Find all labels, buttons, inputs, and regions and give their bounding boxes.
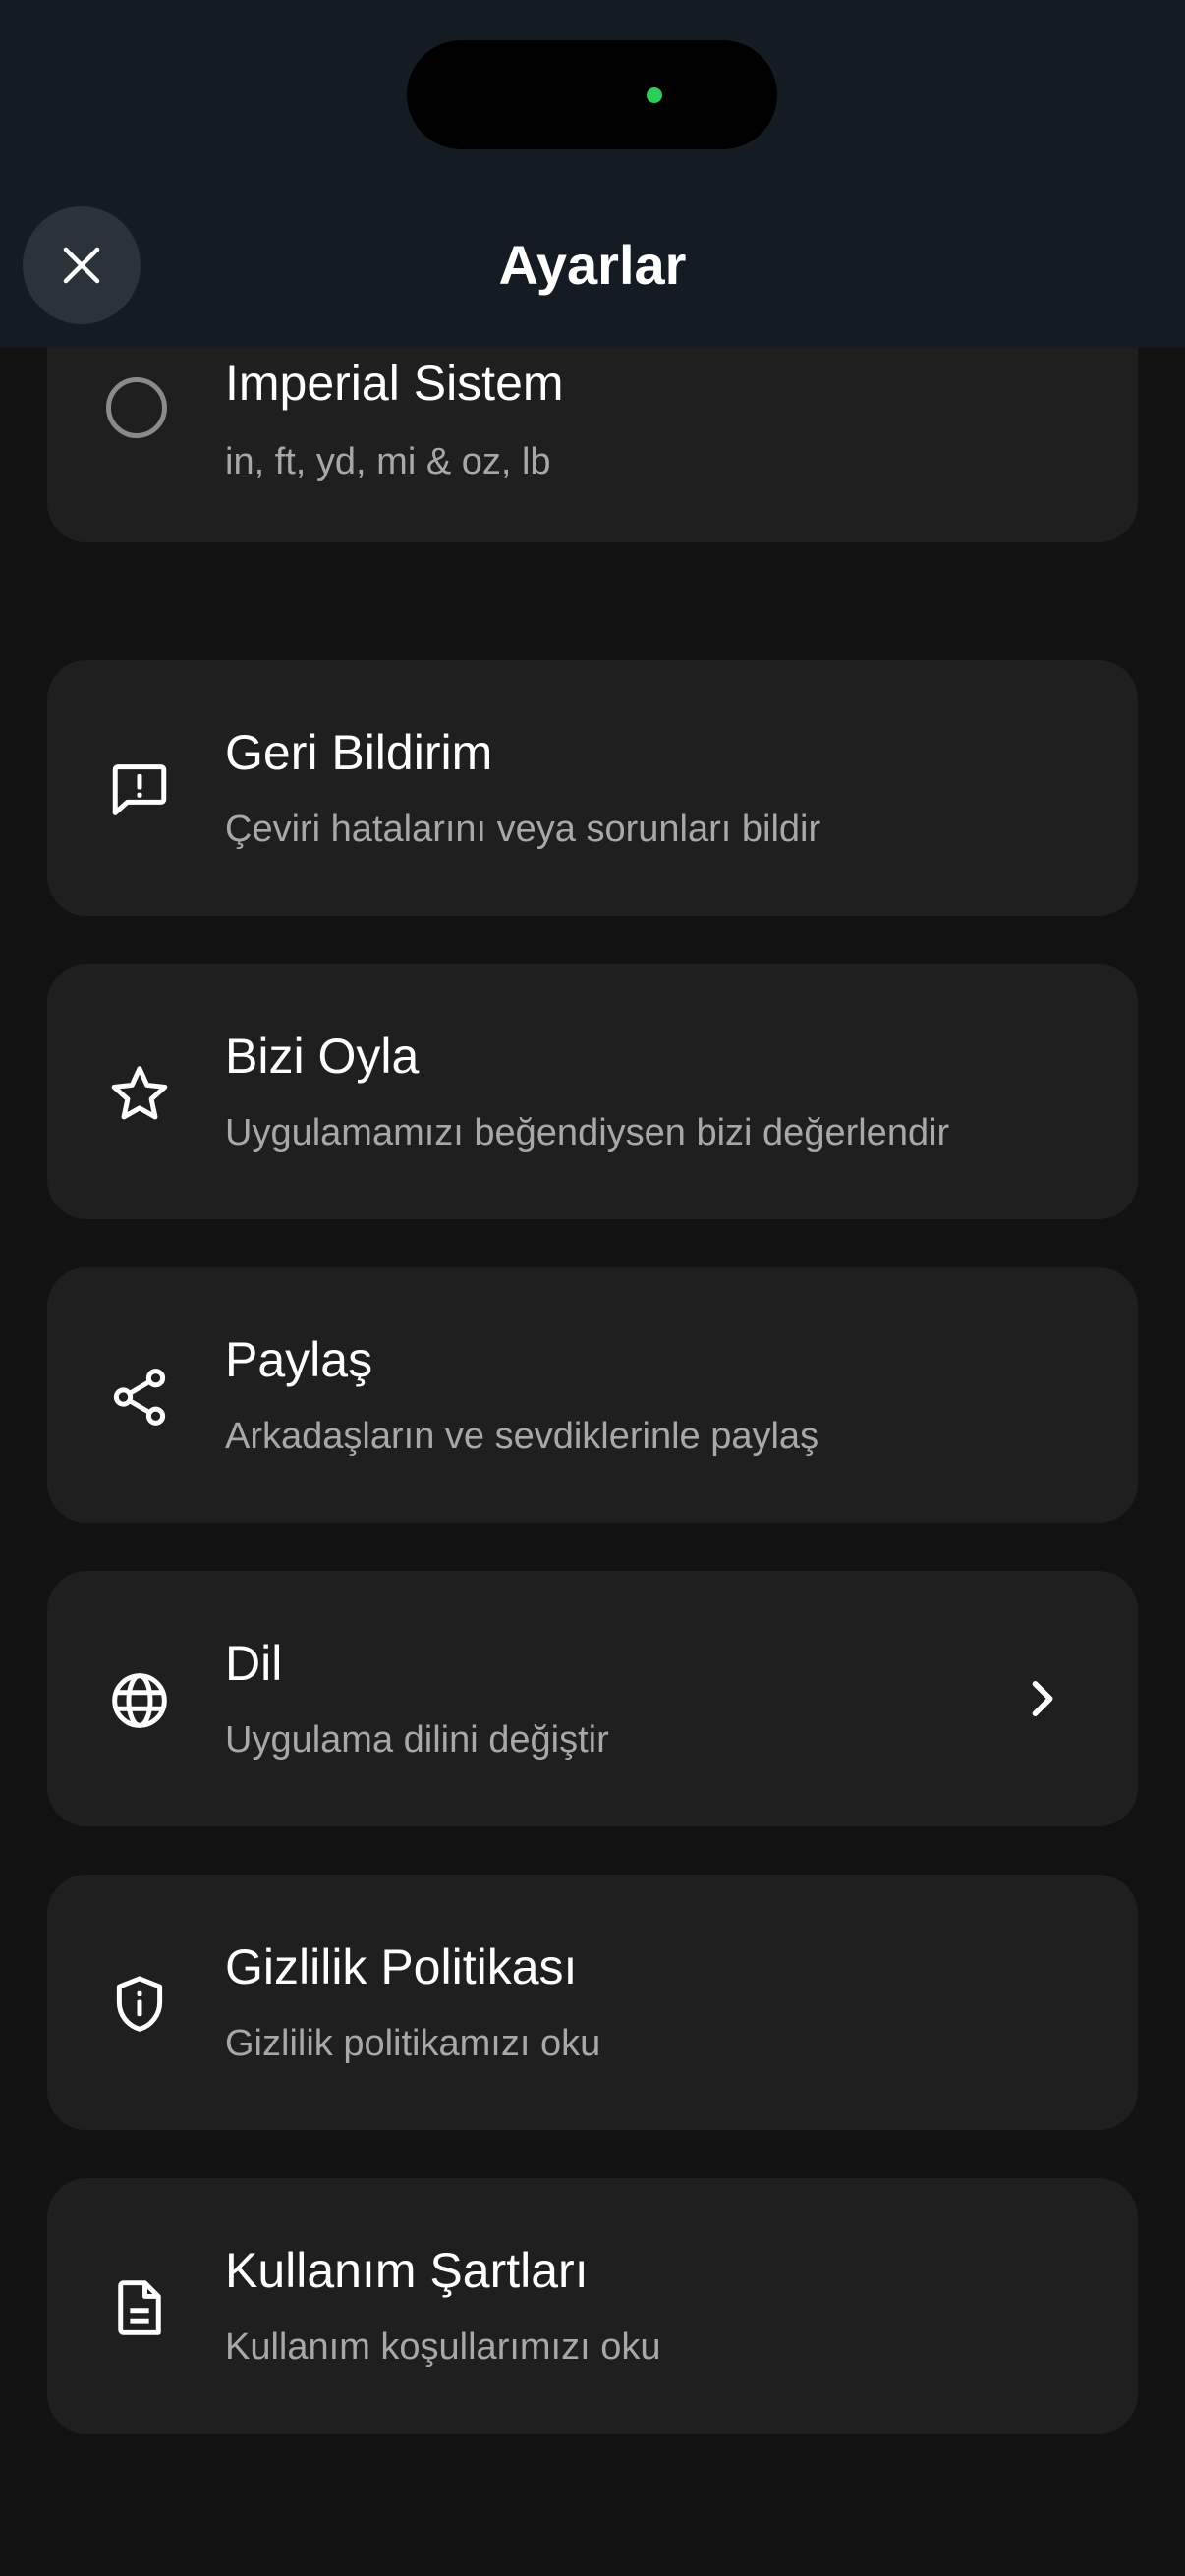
- settings-item-rate[interactable]: Bizi Oyla Uygulamamızı beğendiysen bizi …: [47, 964, 1138, 1219]
- shield-info-icon: [105, 1970, 174, 2039]
- settings-item-title: Gizlilik Politikası: [225, 1939, 578, 1994]
- star-icon: [105, 1059, 174, 1128]
- feedback-icon: [105, 756, 174, 824]
- settings-item-title: Kullanım Şartları: [225, 2243, 589, 2298]
- dynamic-island: [407, 40, 777, 149]
- share-icon: [105, 1363, 174, 1431]
- settings-item-subtitle: Uygulama dilini değiştir: [225, 1719, 609, 1761]
- settings-item-subtitle: Uygulamamızı beğendiysen bizi değerlendi…: [225, 1112, 950, 1153]
- unit-option-subtitle: in, ft, yd, mi & oz, lb: [225, 441, 551, 482]
- globe-icon: [105, 1666, 174, 1735]
- camera-indicator-dot: [647, 87, 662, 103]
- top-header: Ayarlar: [0, 0, 1185, 348]
- settings-item-subtitle: Kullanım koşullarımızı oku: [225, 2326, 661, 2368]
- document-icon: [105, 2273, 174, 2342]
- settings-item-title: Paylaş: [225, 1332, 373, 1387]
- settings-item-subtitle: Gizlilik politikamızı oku: [225, 2023, 601, 2064]
- unit-option-title: Imperial Sistem: [225, 356, 564, 411]
- chevron-right-icon: [1032, 1681, 1053, 1716]
- settings-item-title: Bizi Oyla: [225, 1029, 420, 1084]
- settings-item-terms[interactable]: Kullanım Şartları Kullanım koşullarımızı…: [47, 2178, 1138, 2434]
- settings-item-language[interactable]: Dil Uygulama dilini değiştir: [47, 1571, 1138, 1826]
- settings-item-privacy[interactable]: Gizlilik Politikası Gizlilik politikamız…: [47, 1875, 1138, 2130]
- settings-item-share[interactable]: Paylaş Arkadaşların ve sevdiklerinle pay…: [47, 1267, 1138, 1523]
- settings-item-feedback[interactable]: Geri Bildirim Çeviri hatalarını veya sor…: [47, 660, 1138, 916]
- settings-item-subtitle: Arkadaşların ve sevdiklerinle paylaş: [225, 1416, 819, 1457]
- settings-item-title: Dil: [225, 1636, 283, 1691]
- settings-item-subtitle: Çeviri hatalarını veya sorunları bildir: [225, 809, 821, 850]
- radio-button-unselected[interactable]: [106, 377, 167, 438]
- settings-item-title: Geri Bildirim: [225, 725, 493, 780]
- page-title: Ayarlar: [498, 234, 687, 296]
